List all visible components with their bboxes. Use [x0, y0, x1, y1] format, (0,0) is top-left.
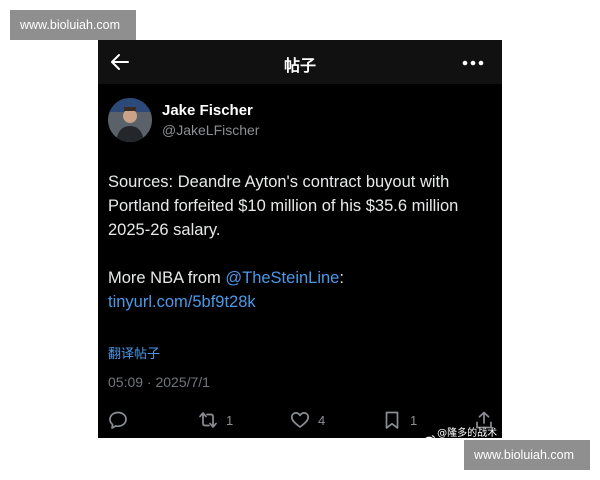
tweet-paragraph: Sources: Deandre Ayton's contract buyout…: [108, 173, 459, 239]
retweet-count: 1: [226, 412, 234, 428]
like-count: 4: [318, 412, 326, 428]
reply-button[interactable]: [108, 408, 128, 432]
text-separator: :: [339, 269, 344, 287]
post-screen: 帖子 Jake Fischer @JakeLFischer Sources: D…: [98, 40, 502, 438]
weibo-icon: [425, 435, 435, 438]
profile-photo: [108, 98, 152, 142]
watermark-bottom: www.bioluiah.com: [464, 440, 590, 470]
more-horizontal-icon[interactable]: [462, 60, 484, 66]
top-bar: 帖子: [98, 40, 502, 84]
url-link[interactable]: tinyurl.com/5bf9t28k: [108, 293, 256, 311]
reply-icon: [109, 411, 127, 429]
author-handle[interactable]: @JakeLFischer: [162, 122, 259, 138]
post-timestamp: 05:09 · 2025/7/1: [108, 374, 210, 390]
tweet-paragraph-links: More NBA from @TheSteinLine: tinyurl.com…: [108, 266, 496, 314]
bookmark-count: 1: [410, 412, 418, 428]
author-name[interactable]: Jake Fischer: [162, 102, 253, 119]
page-title: 帖子: [283, 56, 316, 75]
tweet-text: Sources: Deandre Ayton's contract buyout…: [108, 170, 496, 314]
retweet-button[interactable]: 1: [198, 408, 233, 432]
retweet-icon: [199, 412, 217, 428]
bookmark-icon: [385, 411, 399, 429]
avatar[interactable]: [108, 98, 152, 142]
source-badge-text: @隆多的战术板: [437, 428, 498, 438]
text-prefix: More NBA from: [108, 269, 226, 287]
bookmark-button[interactable]: 1: [382, 408, 417, 432]
source-badge: @隆多的战术板: [424, 424, 502, 438]
like-button[interactable]: 4: [290, 408, 325, 432]
watermark-top: www.bioluiah.com: [10, 10, 136, 40]
heart-icon: [290, 412, 310, 428]
translate-post-link[interactable]: 翻译帖子: [108, 343, 160, 362]
mention-link[interactable]: @TheSteinLine: [225, 269, 339, 287]
